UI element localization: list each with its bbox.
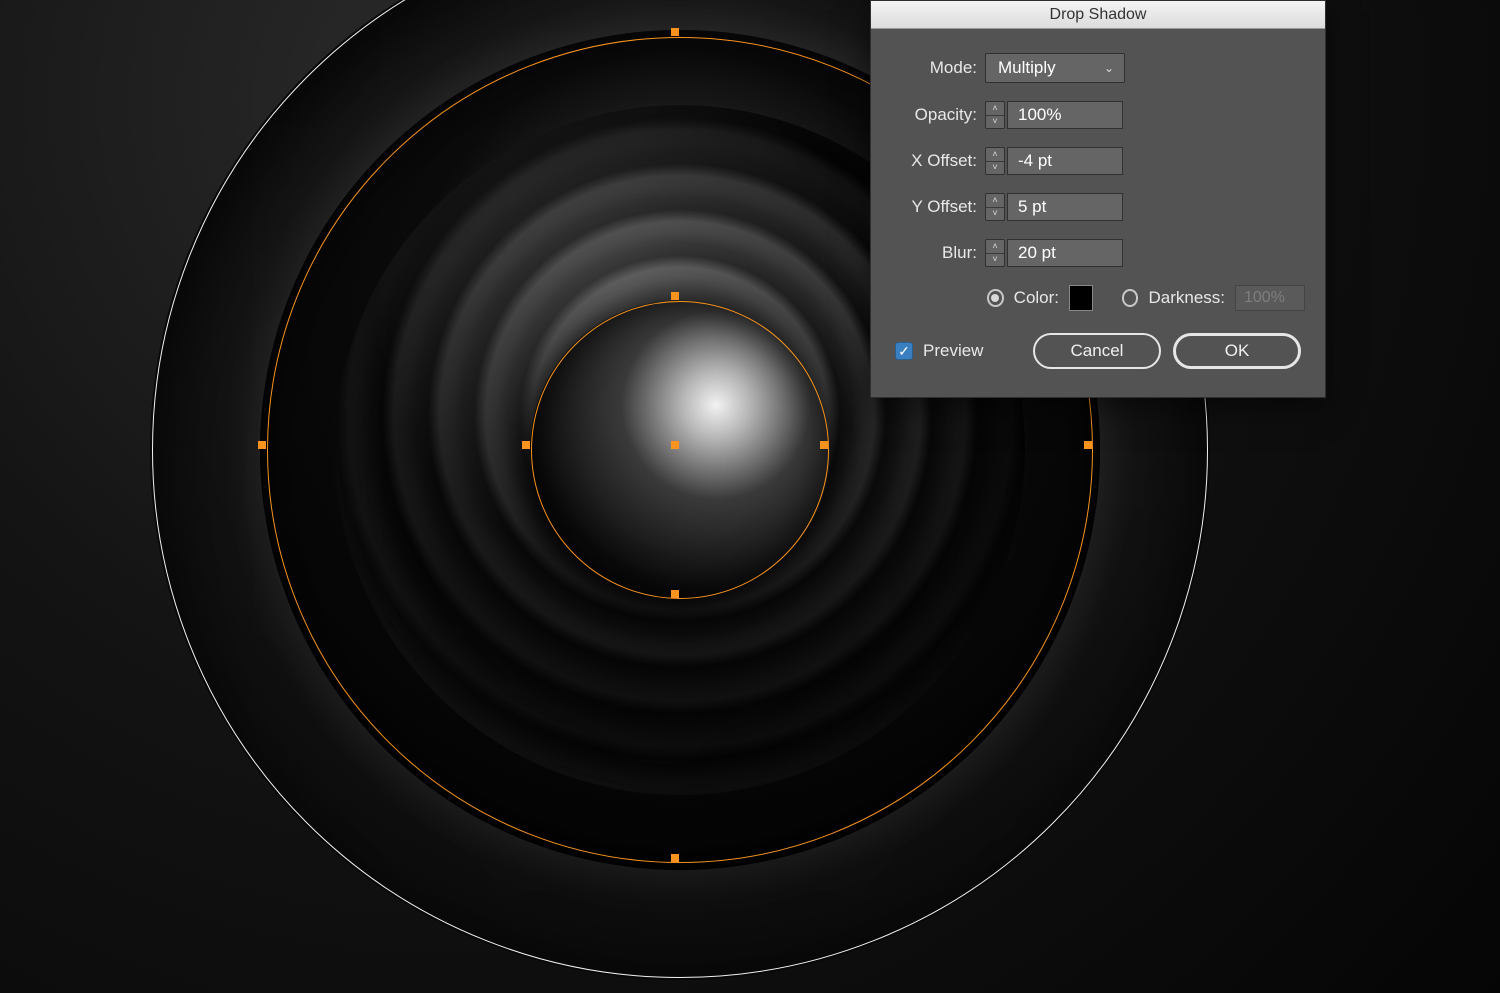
opacity-stepper[interactable]: ˄˅ (985, 101, 1005, 129)
stepper-down-icon[interactable]: ˅ (986, 208, 1004, 221)
blur-stepper[interactable]: ˄˅ (985, 239, 1005, 267)
preview-checkbox[interactable]: ✓ (895, 342, 913, 360)
blur-input[interactable]: 20 pt (1007, 239, 1123, 267)
mode-label: Mode: (891, 58, 985, 78)
cancel-button[interactable]: Cancel (1033, 333, 1161, 369)
chevron-down-icon: ⌄ (1104, 61, 1114, 75)
ok-button[interactable]: OK (1173, 333, 1301, 369)
darkness-radio[interactable] (1122, 289, 1139, 307)
color-label: Color: (1014, 288, 1059, 308)
stepper-down-icon[interactable]: ˅ (986, 254, 1004, 267)
darkness-label: Darkness: (1148, 288, 1225, 308)
preview-label: Preview (923, 341, 983, 361)
xoffset-label: X Offset: (891, 151, 985, 171)
color-swatch[interactable] (1069, 285, 1093, 311)
stepper-up-icon[interactable]: ˄ (986, 148, 1004, 162)
xoffset-input[interactable]: -4 pt (1007, 147, 1123, 175)
xoffset-stepper[interactable]: ˄˅ (985, 147, 1005, 175)
opacity-input[interactable]: 100% (1007, 101, 1123, 129)
mode-value: Multiply (998, 58, 1056, 78)
dialog-titlebar[interactable]: Drop Shadow (871, 1, 1325, 29)
dialog-title: Drop Shadow (1050, 6, 1147, 24)
speaker-illustration (675, 445, 685, 455)
darkness-input: 100% (1235, 285, 1305, 311)
color-radio[interactable] (987, 289, 1004, 307)
yoffset-label: Y Offset: (891, 197, 985, 217)
stepper-down-icon[interactable]: ˅ (986, 162, 1004, 175)
blur-label: Blur: (891, 243, 985, 263)
drop-shadow-dialog: Drop Shadow Mode: Multiply ⌄ Opacity: ˄˅… (870, 0, 1326, 398)
yoffset-stepper[interactable]: ˄˅ (985, 193, 1005, 221)
stepper-up-icon[interactable]: ˄ (986, 240, 1004, 254)
opacity-label: Opacity: (891, 105, 985, 125)
stepper-up-icon[interactable]: ˄ (986, 102, 1004, 116)
yoffset-input[interactable]: 5 pt (1007, 193, 1123, 221)
mode-select[interactable]: Multiply ⌄ (985, 53, 1125, 83)
stepper-up-icon[interactable]: ˄ (986, 194, 1004, 208)
stepper-down-icon[interactable]: ˅ (986, 116, 1004, 129)
speaker-dustcap (530, 300, 830, 600)
